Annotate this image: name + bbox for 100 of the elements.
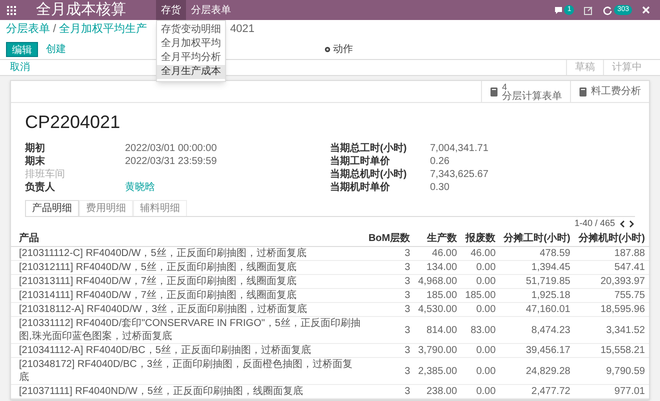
apps-menu-icon[interactable]: [7, 6, 16, 14]
table-cell: 3: [364, 384, 414, 398]
table-cell: 0.00: [461, 260, 500, 274]
breadcrumb-current: 4021: [230, 22, 255, 38]
table-cell: 2,385.00: [414, 358, 462, 384]
column-header[interactable]: 产品: [11, 231, 364, 246]
table-cell: 547.41: [574, 260, 649, 274]
table-cell: 1,925.18: [500, 288, 574, 302]
table-cell: 185.00: [461, 288, 500, 302]
field-value: 7,343,625.67: [430, 168, 488, 182]
book-icon: [490, 86, 498, 96]
column-header[interactable]: BoM层数: [364, 231, 414, 246]
table-cell: [210312111] RF4040D/W，5丝，正反面印刷抽图，线圈面复底: [11, 260, 364, 274]
button-label: 料工费分析: [591, 86, 641, 96]
table-cell: 46.00: [461, 246, 500, 260]
table-cell: 238.00: [414, 384, 462, 398]
table-cell: 3: [364, 260, 414, 274]
gear-icon: [324, 46, 331, 52]
field-label: 当期总工时(小时): [330, 142, 408, 156]
table-cell: 1,394.45: [500, 260, 574, 274]
table-cell: 755.75: [574, 288, 649, 302]
column-header[interactable]: 分摊机时(小时): [574, 231, 649, 246]
table-cell: [210318112-A] RF4040D/W，3丝，正反面印刷抽图，过桥面复底: [11, 302, 364, 316]
table-cell: 0.00: [461, 274, 500, 288]
table-cell: 20,393.97: [574, 274, 649, 288]
field-label: 期初: [25, 141, 46, 156]
breadcrumb-current: 全月加权平均生产: [59, 22, 148, 38]
table-cell: 8,474.23: [500, 316, 574, 344]
dropdown-item[interactable]: 全月加权平均: [157, 37, 225, 51]
table-cell: [210311112-C] RF4040D/W，5丝，正反面印刷抽图，过桥面复底: [11, 246, 364, 260]
next-icon[interactable]: [629, 220, 635, 228]
table-cell: 24,829.28: [500, 358, 574, 384]
table-cell: 3,790.00: [414, 344, 462, 358]
chat-icon[interactable]: [554, 6, 564, 14]
column-header[interactable]: 报废数: [461, 231, 500, 246]
table-cell: 0.00: [461, 358, 500, 384]
menu-item[interactable]: 存货: [156, 0, 186, 20]
field-value: 0.30: [430, 181, 450, 195]
table-cell: 478.59: [500, 246, 574, 260]
field-value: 0.26: [430, 155, 450, 169]
table-cell: [210314111] RF4040D/W，7丝，正反面印刷抽图，线圈面复底: [11, 288, 364, 302]
breadcrumb-separator: /: [53, 22, 56, 38]
table-cell: 51,719.85: [500, 274, 574, 288]
edit-icon[interactable]: [584, 6, 594, 14]
dropdown-item[interactable]: 全月平均分析: [157, 51, 225, 65]
field-label: 当期总机时(小时): [330, 168, 408, 182]
app-title: 全月成本核算: [36, 0, 126, 20]
button-label: 分层计算表单: [502, 92, 562, 102]
field-label: 当期工时单价: [330, 154, 391, 168]
field-value: 2022/03/31 23:59:59: [125, 155, 217, 169]
table-cell: 46.00: [414, 246, 462, 260]
column-header[interactable]: 生产数: [414, 231, 462, 246]
table-cell: 3,341.52: [574, 316, 649, 344]
table-cell: [210313111] RF4040D/W，7丝，正反面印刷抽图，线圈面复底: [11, 274, 364, 288]
close-icon[interactable]: [642, 6, 650, 14]
count-label: 4: [502, 82, 508, 92]
table-cell: 83.00: [461, 316, 500, 344]
previous-icon[interactable]: [619, 220, 625, 228]
tab[interactable]: 产品明细: [25, 200, 79, 216]
field-label: 负责人: [25, 180, 56, 195]
field-label: 当期机时单价: [330, 180, 391, 195]
table-cell: [210331112] RF4040D/套印"CONSERVARE IN FRIGO"，5丝，正反面印刷抽图,珠光面印蓝色图案，过桥面复底: [11, 316, 364, 344]
dropdown-item[interactable]: 存货变动明细: [157, 23, 225, 37]
table-cell: 3: [364, 358, 414, 384]
field-value: 2022/03/01 00:00:00: [125, 142, 217, 156]
book-icon: [579, 86, 587, 96]
table-cell: 3: [364, 288, 414, 302]
table-cell: 0.00: [461, 344, 500, 358]
record-title: CP2204021: [25, 111, 122, 134]
table-cell: 15,558.21: [574, 344, 649, 358]
menu-item[interactable]: 分层表单: [186, 0, 236, 20]
pager-text: 1-40 / 465: [574, 217, 615, 230]
table-cell: [210341112-A] RF4040D/BC，5丝，正反面印刷抽图，过桥面复底: [11, 344, 364, 358]
table-cell: 18,595.96: [574, 302, 649, 316]
table-cell: [210371111] RF4040ND/W，5丝，正反面印刷抽图，线圈面复底: [11, 384, 364, 398]
table-cell: 134.00: [414, 260, 462, 274]
action-button[interactable]: 动作: [324, 42, 353, 56]
table-cell: 4,968.00: [414, 274, 462, 288]
table-cell: 4,530.00: [414, 302, 462, 316]
tab[interactable]: 费用明细: [79, 200, 133, 216]
smart-button[interactable]: 料工费分析: [570, 81, 649, 102]
table-cell: 814.00: [414, 316, 462, 344]
field-label: 期末: [25, 154, 46, 168]
tab[interactable]: 辅料明细: [133, 200, 187, 216]
table-cell: 977.01: [574, 384, 649, 398]
table-cell: 3: [364, 302, 414, 316]
table-cell: 0.00: [461, 384, 500, 398]
table-cell: 47,160.01: [500, 302, 574, 316]
table-cell: 39,456.17: [500, 344, 574, 358]
table-cell: 9,790.59: [574, 358, 649, 384]
table-cell: 2,477.72: [500, 384, 574, 398]
table-cell: [210348172] RF4040D/BC，3丝，正面印刷抽图，反面橙色抽图，过桥面复底: [11, 358, 364, 384]
table-cell: 3: [364, 274, 414, 288]
field-value: 7,004,341.71: [430, 142, 488, 156]
table-cell: 3: [364, 316, 414, 344]
smart-button[interactable]: 4 分层计算表单: [481, 81, 570, 102]
table-cell: 3: [364, 344, 414, 358]
column-header[interactable]: 分摊工时(小时): [500, 231, 574, 246]
table-cell: 185.00: [414, 288, 462, 302]
dropdown-item[interactable]: 全月生产成本: [157, 65, 225, 79]
